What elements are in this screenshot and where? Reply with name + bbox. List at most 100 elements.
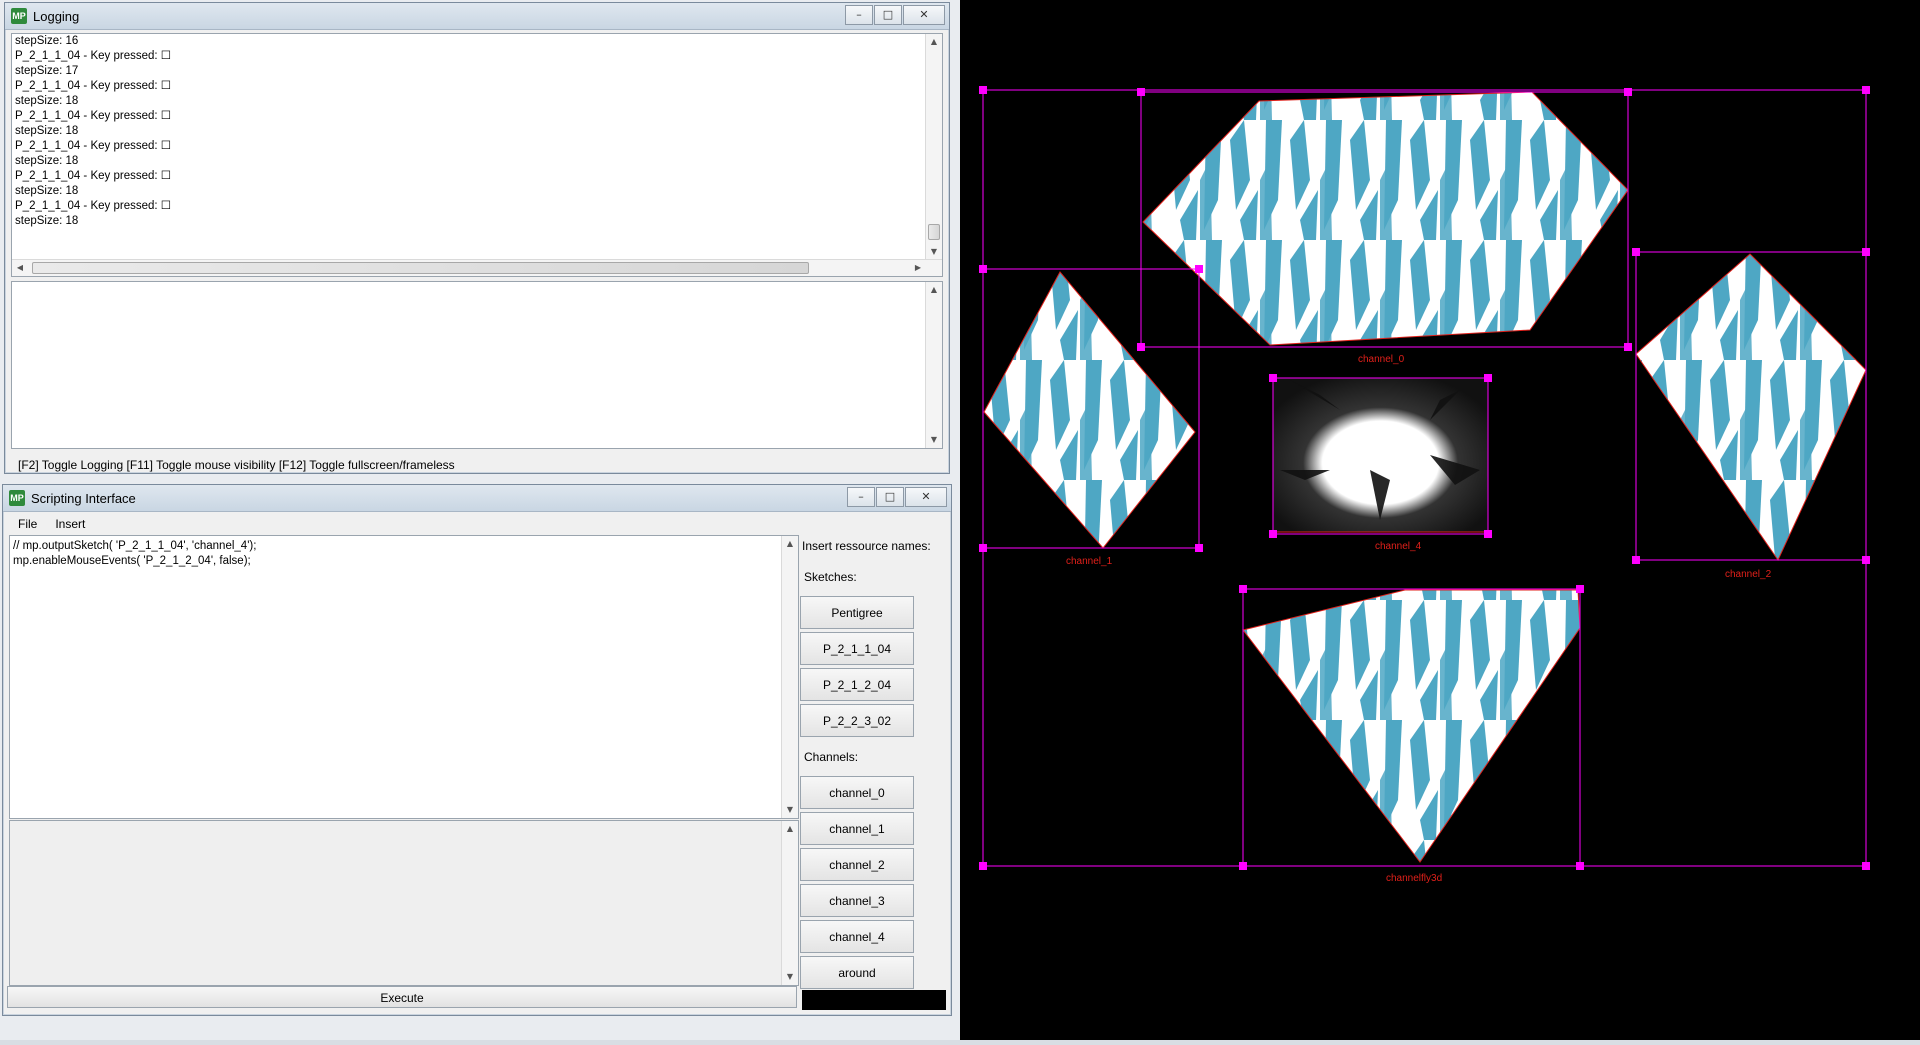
mapping-view[interactable]: channel_0 channel_1 channel_4 channel_2 … (960, 0, 1920, 1040)
log-line: stepSize: 18 (15, 125, 79, 137)
code-line: // mp.outputSketch( 'P_2_1_1_04', 'chann… (13, 540, 257, 552)
log-output-area[interactable]: stepSize: 16 P_2_1_1_04 - Key pressed: ☐ s… (11, 33, 943, 277)
log-vertical-scrollbar[interactable]: ▲ ▼ (925, 34, 942, 260)
corner-handle[interactable] (1239, 585, 1247, 593)
output-vertical-scrollbar[interactable]: ▲ ▼ (781, 821, 798, 985)
channel-button-4[interactable]: channel_4 (800, 920, 914, 953)
minimize-icon[interactable]: – (845, 5, 873, 25)
corner-handle[interactable] (1269, 374, 1277, 382)
script-editor[interactable]: // mp.outputSketch( 'P_2_1_1_04', 'chann… (9, 535, 799, 819)
log-line: stepSize: 18 (15, 215, 79, 227)
sketch-button-p-2-2-3-02[interactable]: P_2_2_3_02 (800, 704, 914, 737)
scroll-up-icon[interactable]: ▲ (782, 821, 798, 837)
channels-label: Channels: (804, 750, 859, 764)
corner-handle[interactable] (1484, 530, 1492, 538)
channel-0-shape[interactable] (1142, 91, 1629, 346)
scroll-thumb-horizontal[interactable] (32, 262, 809, 274)
app-icon: MP (9, 490, 25, 506)
code-line: mp.enableMouseEvents( 'P_2_1_2_04', fals… (13, 555, 251, 567)
corner-handle[interactable] (1862, 862, 1870, 870)
menu-insert[interactable]: Insert (46, 515, 94, 535)
sketch-button-p-2-1-1-04[interactable]: P_2_1_1_04 (800, 632, 914, 665)
scroll-left-icon[interactable]: ◀ (12, 260, 28, 276)
scripting-titlebar[interactable]: MP Scripting Interface – □ ✕ (3, 485, 951, 512)
channel-button-around[interactable]: around (800, 956, 914, 989)
log-line: P_2_1_1_04 - Key pressed: ☐ (15, 170, 172, 182)
log-line: stepSize: 18 (15, 95, 79, 107)
log-text: stepSize: 16 P_2_1_1_04 - Key pressed: ☐ s… (15, 34, 171, 229)
script-code: // mp.outputSketch( 'P_2_1_1_04', 'chann… (13, 539, 256, 569)
close-icon[interactable]: ✕ (905, 487, 947, 507)
scroll-down-icon[interactable]: ▼ (926, 432, 942, 448)
channel-2-shape[interactable] (1635, 253, 1867, 562)
channel-button-1[interactable]: channel_1 (800, 812, 914, 845)
corner-handle[interactable] (1269, 530, 1277, 538)
corner-handle[interactable] (1195, 544, 1203, 552)
log-horizontal-scrollbar[interactable]: ◀ ▶ (12, 259, 942, 276)
corner-handle[interactable] (1484, 374, 1492, 382)
log-line: P_2_1_1_04 - Key pressed: ☐ (15, 110, 172, 122)
projection-canvas[interactable]: channel_0 channel_1 channel_4 channel_2 … (960, 0, 1920, 1040)
label-channel-2: channel_2 (1725, 569, 1772, 580)
resource-panel: Insert ressource names: Sketches: Pentig… (798, 534, 948, 994)
scroll-up-icon[interactable]: ▲ (926, 34, 942, 50)
log-input-area[interactable]: ▲ ▼ (11, 281, 943, 449)
log-line: stepSize: 16 (15, 35, 79, 47)
menu-file[interactable]: File (9, 515, 46, 535)
label-channel-3: channelfly3d (1386, 873, 1442, 884)
corner-handle[interactable] (1576, 862, 1584, 870)
channel-1-shape[interactable] (983, 271, 1196, 549)
corner-handle[interactable] (1576, 585, 1584, 593)
logging-titlebar[interactable]: MP Logging – □ ✕ (5, 3, 949, 30)
corner-handle[interactable] (1624, 88, 1632, 96)
log-line: P_2_1_1_04 - Key pressed: ☐ (15, 140, 172, 152)
scroll-down-icon[interactable]: ▼ (926, 244, 942, 260)
label-channel-4: channel_4 (1375, 541, 1422, 552)
corner-handle[interactable] (1862, 86, 1870, 94)
scroll-right-icon[interactable]: ▶ (910, 260, 926, 276)
corner-handle[interactable] (1624, 343, 1632, 351)
corner-handle[interactable] (979, 265, 987, 273)
corner-handle[interactable] (1195, 265, 1203, 273)
label-channel-1: channel_1 (1066, 556, 1113, 567)
channel-button-2[interactable]: channel_2 (800, 848, 914, 881)
scroll-down-icon[interactable]: ▼ (782, 969, 798, 985)
log-line: stepSize: 18 (15, 185, 79, 197)
corner-handle[interactable] (1862, 248, 1870, 256)
close-icon[interactable]: ✕ (903, 5, 945, 25)
app-icon: MP (11, 8, 27, 24)
editor-vertical-scrollbar[interactable]: ▲ ▼ (781, 536, 798, 818)
sketch-button-p-2-1-2-04[interactable]: P_2_1_2_04 (800, 668, 914, 701)
scroll-down-icon[interactable]: ▼ (782, 802, 798, 818)
scroll-thumb[interactable] (928, 224, 940, 240)
input-vertical-scrollbar[interactable]: ▲ ▼ (925, 282, 942, 448)
corner-handle[interactable] (1137, 343, 1145, 351)
log-line: stepSize: 17 (15, 65, 79, 77)
sketches-label: Sketches: (804, 570, 857, 584)
execute-button[interactable]: Execute (7, 986, 797, 1008)
sketch-button-pentigree[interactable]: Pentigree (800, 596, 914, 629)
maximize-icon[interactable]: □ (876, 487, 904, 507)
log-line: stepSize: 18 (15, 155, 79, 167)
corner-handle[interactable] (1137, 88, 1145, 96)
corner-handle[interactable] (979, 86, 987, 94)
corner-handle[interactable] (979, 862, 987, 870)
corner-handle[interactable] (1862, 556, 1870, 564)
status-line: [F2] Toggle Logging [F11] Toggle mouse v… (18, 458, 455, 472)
scroll-up-icon[interactable]: ▲ (926, 282, 942, 298)
corner-handle[interactable] (1632, 556, 1640, 564)
maximize-icon[interactable]: □ (874, 5, 902, 25)
corner-handle[interactable] (1239, 862, 1247, 870)
logging-window: MP Logging – □ ✕ stepSize: 16 P_2_1_1_04 … (4, 2, 950, 474)
label-channel-0: channel_0 (1358, 354, 1405, 365)
scroll-up-icon[interactable]: ▲ (782, 536, 798, 552)
channel-3-shape[interactable] (1242, 589, 1581, 863)
script-output[interactable]: ▲ ▼ (9, 820, 799, 986)
corner-handle[interactable] (979, 544, 987, 552)
minimize-icon[interactable]: – (847, 487, 875, 507)
corner-handle[interactable] (1632, 248, 1640, 256)
log-line: P_2_1_1_04 - Key pressed: ☐ (15, 80, 172, 92)
channel-button-0[interactable]: channel_0 (800, 776, 914, 809)
channel-button-3[interactable]: channel_3 (800, 884, 914, 917)
resources-header: Insert ressource names: (802, 539, 931, 553)
